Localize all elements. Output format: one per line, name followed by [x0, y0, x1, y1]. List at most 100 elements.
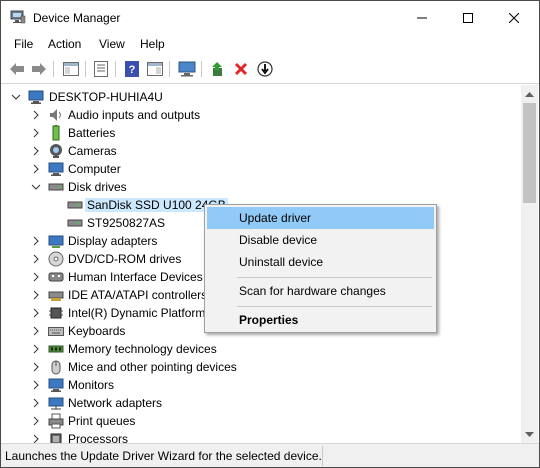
menu-item-label: Update driver — [239, 211, 312, 225]
menu-action[interactable]: Action — [48, 37, 81, 51]
chevron-down-icon[interactable] — [11, 92, 21, 102]
drive-icon — [67, 201, 83, 209]
device-manager-window: Device Manager File Action View Help ? D… — [0, 0, 540, 468]
scroll-up-arrow-icon — [525, 91, 534, 97]
minimize-button[interactable] — [399, 1, 445, 34]
vertical-scrollbar[interactable] — [521, 85, 538, 443]
scroll-up-button[interactable] — [521, 85, 538, 102]
tree-root[interactable]: DESKTOP-HUHIA4U — [1, 88, 521, 106]
tree-item-label: Display adapters — [68, 234, 158, 248]
scrollbar-thumb[interactable] — [523, 103, 536, 203]
close-icon — [509, 12, 519, 23]
chevron-right-icon[interactable] — [31, 272, 41, 282]
chevron-right-icon[interactable] — [31, 290, 41, 300]
tree-item-network[interactable]: Network adapters — [1, 394, 521, 412]
chevron-right-icon[interactable] — [31, 362, 41, 372]
device-manager-app-icon — [10, 10, 26, 24]
menu-separator — [237, 277, 432, 278]
uninstall-device-button[interactable] — [231, 59, 251, 79]
menu-help[interactable]: Help — [140, 37, 165, 51]
tree-item-memory[interactable]: Memory technology devices — [1, 340, 521, 358]
chevron-down-icon[interactable] — [31, 182, 41, 192]
menu-item-properties[interactable]: Properties — [207, 309, 434, 331]
mouse-icon — [51, 360, 61, 375]
menu-view[interactable]: View — [99, 37, 125, 51]
forward-button[interactable] — [29, 59, 49, 79]
chevron-right-icon[interactable] — [31, 128, 41, 138]
menu-item-update-driver[interactable]: Update driver — [207, 207, 434, 229]
svg-text:?: ? — [129, 64, 136, 76]
tree-root-label: DESKTOP-HUHIA4U — [49, 90, 163, 104]
display-adapter-icon — [48, 235, 64, 248]
minimize-icon — [417, 17, 427, 18]
chevron-right-icon[interactable] — [31, 326, 41, 336]
tree-item-label: Disk drives — [68, 180, 127, 194]
tree-item-label: Memory technology devices — [68, 342, 217, 356]
menu-separator — [237, 306, 432, 307]
help-button[interactable]: ? — [122, 59, 142, 79]
tree-item-print-queues[interactable]: Print queues — [1, 412, 521, 430]
battery-icon — [52, 125, 60, 141]
tree-item-batteries[interactable]: Batteries — [1, 124, 521, 142]
chevron-right-icon[interactable] — [31, 434, 41, 443]
printer-icon — [48, 413, 64, 429]
tree-item-disk-drives[interactable]: Disk drives — [1, 178, 521, 196]
tree-item-label: Network adapters — [68, 396, 163, 410]
tree-item-mice[interactable]: Mice and other pointing devices — [1, 358, 521, 376]
chevron-right-icon[interactable] — [31, 236, 41, 246]
tree-item-label: DVD/CD-ROM drives — [68, 252, 182, 266]
tree-item-label: Human Interface Devices — [68, 270, 203, 284]
toolbar-separator — [115, 61, 116, 77]
chevron-right-icon[interactable] — [31, 380, 41, 390]
speaker-icon — [50, 109, 61, 121]
tree-item-computer[interactable]: Computer — [1, 160, 521, 178]
disk-drive-icon — [48, 183, 64, 191]
tree-item-label: ST9250827AS — [87, 216, 166, 230]
tree-item-processors[interactable]: Processors — [1, 430, 521, 443]
chevron-right-icon[interactable] — [31, 146, 41, 156]
toolbar-separator — [169, 61, 170, 77]
show-hide-console-tree-button[interactable] — [61, 59, 81, 79]
tree-item-cameras[interactable]: Cameras — [1, 142, 521, 160]
menu-item-disable-device[interactable]: Disable device — [207, 229, 434, 251]
chevron-right-icon[interactable] — [31, 416, 41, 426]
toolbar-divider — [1, 83, 539, 84]
close-button[interactable] — [491, 1, 537, 34]
status-divider — [322, 446, 323, 466]
monitor-button[interactable] — [177, 59, 197, 79]
chevron-right-icon[interactable] — [31, 398, 41, 408]
properties-button[interactable] — [91, 59, 111, 79]
chevron-right-icon[interactable] — [31, 344, 41, 354]
menu-item-uninstall-device[interactable]: Uninstall device — [207, 251, 434, 273]
chevron-right-icon[interactable] — [31, 254, 41, 264]
computer-icon — [48, 162, 64, 176]
chevron-right-icon[interactable] — [31, 308, 41, 318]
tree-item-label: Print queues — [68, 414, 136, 428]
maximize-button[interactable] — [445, 1, 491, 34]
scan-hardware-button[interactable] — [255, 59, 275, 79]
tree-item-label: Keyboards — [68, 324, 126, 338]
maximize-icon — [463, 12, 473, 23]
menu-file[interactable]: File — [14, 37, 33, 51]
properties-icon — [94, 61, 108, 77]
menu-item-label: Uninstall device — [239, 255, 324, 269]
tree-item-audio[interactable]: Audio inputs and outputs — [1, 106, 521, 124]
monitor-icon — [48, 378, 64, 392]
tree-item-monitors[interactable]: Monitors — [1, 376, 521, 394]
tree-item-label: Computer — [68, 162, 121, 176]
menu-item-label: Disable device — [239, 233, 318, 247]
scroll-down-button[interactable] — [521, 426, 538, 443]
back-arrow-icon — [10, 63, 24, 75]
chevron-right-icon[interactable] — [31, 164, 41, 174]
chevron-right-icon[interactable] — [31, 110, 41, 120]
menu-item-scan-hardware[interactable]: Scan for hardware changes — [207, 280, 434, 302]
title-bar[interactable]: Device Manager — [1, 1, 539, 34]
menu-item-label: Properties — [239, 313, 299, 327]
action-pane-button[interactable] — [145, 59, 165, 79]
toolbar-separator — [85, 61, 86, 77]
processor-icon — [50, 433, 62, 443]
update-driver-icon — [212, 62, 222, 76]
update-driver-button[interactable] — [208, 59, 228, 79]
menu-bar: File Action View Help — [1, 35, 539, 55]
back-button[interactable] — [7, 59, 27, 79]
